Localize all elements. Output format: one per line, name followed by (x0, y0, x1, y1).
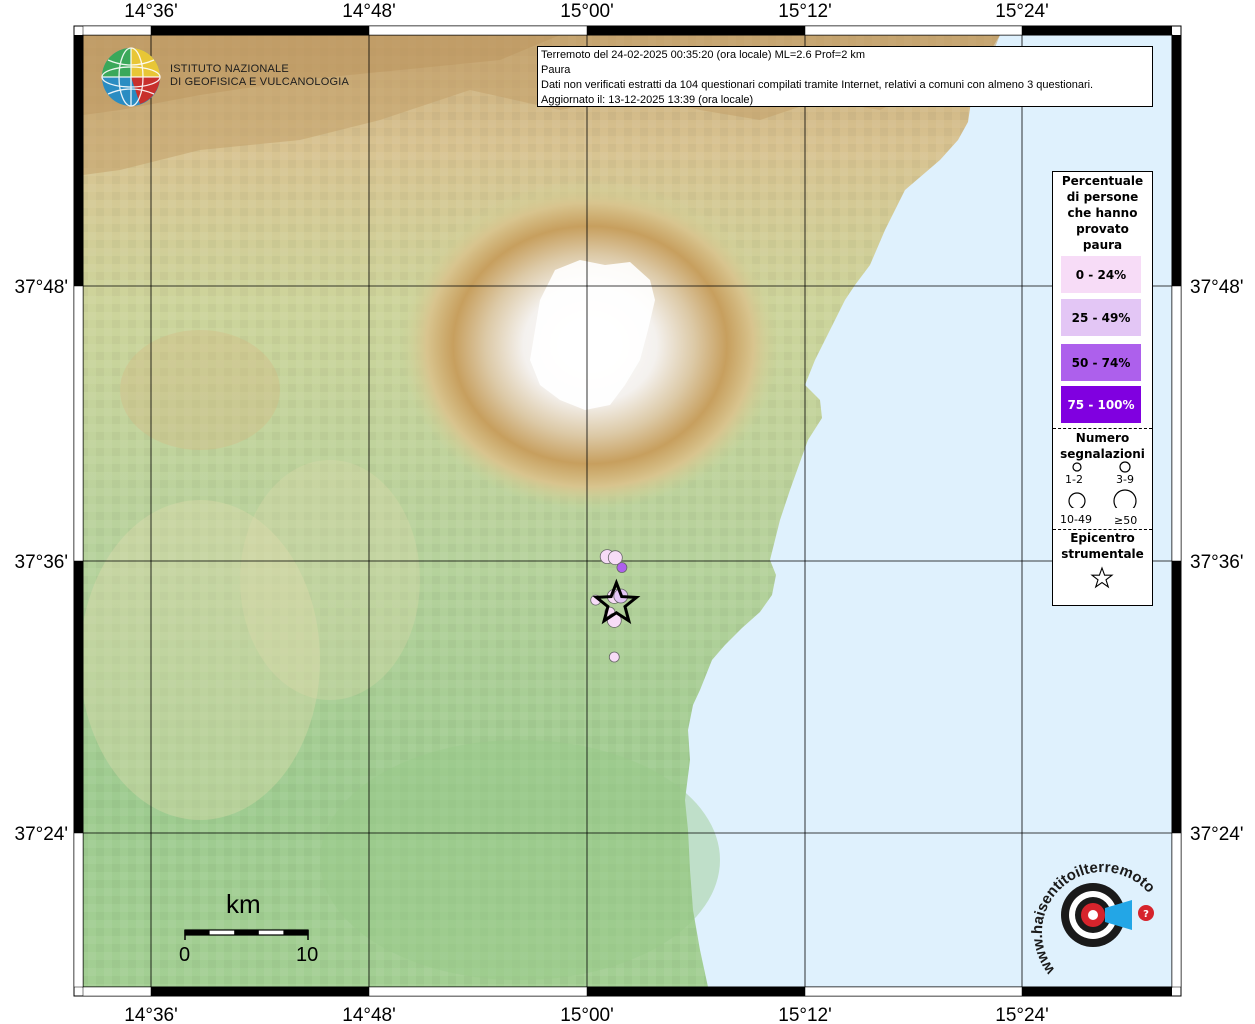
lon-label: 14°36' (124, 1005, 178, 1024)
lat-label: 37°36' (1190, 552, 1244, 573)
star-icon (1090, 566, 1114, 589)
lon-label: 15°00' (560, 1, 614, 22)
haisentito-logo-text: www.haisentitoilterremoto.it (1030, 860, 1158, 978)
data-disclaimer: Dati non verificati estratti da 104 ques… (541, 79, 1094, 91)
lon-label: 15°12' (778, 1005, 832, 1024)
epicenter-legend-title: Epicentro strumentale (1061, 531, 1144, 561)
lon-label: 15°24' (995, 1005, 1049, 1024)
logo-site-text: www.haisentitoilterremoto.it (1030, 860, 1158, 978)
update-timestamp: Aggiornato il: 13-12-2025 13:39 (ora loc… (541, 94, 754, 106)
legend-class-0: 0 - 24% (1061, 256, 1141, 293)
legend-class-1: 25 - 49% (1061, 299, 1141, 336)
lon-label: 15°24' (995, 1, 1049, 22)
scale-end: 10 (296, 944, 319, 966)
left-latitude-labels: 37°48' 37°36' 37°24' (15, 277, 69, 845)
ingv-globe-icon (101, 47, 161, 107)
lon-label: 14°48' (342, 1005, 396, 1024)
lon-label: 14°48' (342, 1, 396, 22)
lat-label: 37°48' (1190, 277, 1244, 298)
legend-divider (1053, 428, 1152, 429)
top-longitude-labels: 14°36' 14°48' 15°00' 15°12' 15°24' (124, 1, 1049, 22)
event-info-box: Terremoto del 24-02-2025 00:35:20 (ora l… (537, 46, 1153, 107)
report-marker[interactable] (616, 562, 628, 573)
map-parameter: Paura (541, 64, 571, 76)
event-title: Terremoto del 24-02-2025 00:35:20 (ora l… (541, 49, 866, 61)
size-label-large: 10-49 (1060, 513, 1092, 526)
lat-label: 37°48' (15, 277, 69, 298)
size-label-xlarge: ≥50 (1114, 514, 1138, 527)
lon-label: 14°36' (124, 1, 178, 22)
scale-unit: km (226, 889, 261, 919)
legend-class-3: 75 - 100% (1061, 386, 1141, 423)
scale-start: 0 (179, 944, 191, 966)
lon-label: 15°12' (778, 1, 832, 22)
institute-name-line1: ISTITUTO NAZIONALE (170, 63, 289, 75)
bottom-longitude-labels: 14°36' 14°48' 15°00' 15°12' 15°24' (124, 1005, 1049, 1024)
legend: Percentuale di persone che hanno provato… (1052, 171, 1153, 606)
size-label-small: 1-2 (1065, 473, 1083, 486)
lat-label: 37°24' (1190, 824, 1244, 845)
lon-label: 15°00' (560, 1005, 614, 1024)
legend-class-2: 50 - 74% (1061, 344, 1141, 381)
lat-label: 37°36' (15, 552, 69, 573)
institute-name-line2: DI GEOFISICA E VULCANOLOGIA (170, 76, 349, 88)
legend-title: Percentuale di persone che hanno provato… (1061, 174, 1144, 252)
svg-text:www.haisentitoilterremoto.it: www.haisentitoilterremoto.it (1030, 860, 1158, 978)
lat-label: 37°24' (15, 824, 69, 845)
size-label-medium: 3-9 (1116, 473, 1134, 486)
right-latitude-labels: 37°48' 37°36' 37°24' (1190, 277, 1244, 845)
ingv-logo-text: ISTITUTO NAZIONALE DI GEOFISICA E VULCAN… (170, 63, 349, 89)
report-marker[interactable] (608, 651, 620, 663)
